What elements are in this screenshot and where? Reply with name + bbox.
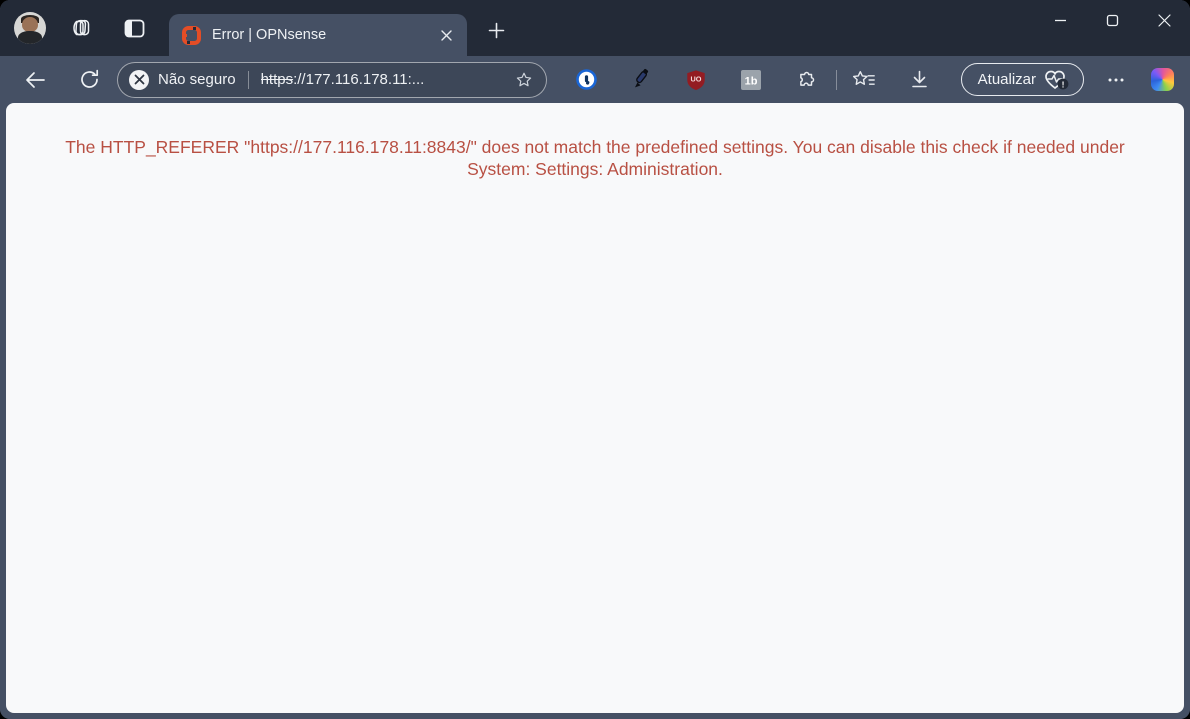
copilot-icon (1150, 68, 1174, 91)
tab-title: Error | OPNsense (212, 27, 327, 43)
reload-button[interactable] (73, 64, 105, 96)
settings-menu-button[interactable] (1100, 64, 1132, 96)
reload-icon (79, 69, 100, 90)
favorites-list-icon (852, 69, 876, 91)
downloads-button[interactable] (903, 64, 935, 96)
close-button[interactable] (1138, 0, 1190, 40)
tab-error-opnsense[interactable]: Error | OPNsense (169, 14, 467, 56)
copilot-button[interactable] (1146, 64, 1178, 96)
url-rest: ://177.116.178.11:... (293, 71, 425, 88)
address-divider (247, 70, 249, 89)
ublock-shield-icon: UO (685, 69, 707, 91)
extension-ublock-button[interactable]: UO (680, 64, 712, 96)
not-secure-icon (129, 69, 149, 90)
ublock-glyph: UO (691, 74, 702, 83)
1b-square-icon: 1b (740, 69, 762, 91)
workspaces-icon (68, 16, 92, 40)
tab-close-button[interactable] (435, 24, 457, 46)
url-scheme: https (260, 71, 294, 88)
browser-window: Error | OPNsense Não seguro https://177.… (0, 0, 1190, 719)
extension-1password-button[interactable] (570, 64, 602, 96)
update-badge: ! (1062, 79, 1065, 89)
extension-1b-button[interactable]: 1b (735, 64, 767, 96)
toolbar-divider (836, 69, 837, 90)
titlebar: Error | OPNsense (0, 0, 1190, 56)
favorites-button[interactable] (848, 64, 880, 96)
new-tab-button[interactable] (479, 13, 513, 47)
favorite-star-button[interactable] (511, 67, 537, 93)
security-label: Não seguro (158, 71, 236, 88)
1password-icon (575, 68, 598, 91)
puzzle-piece-icon (795, 69, 817, 91)
back-arrow-icon (24, 69, 46, 91)
update-label: Atualizar (977, 71, 1036, 88)
plus-icon (488, 22, 505, 39)
address-bar[interactable]: Não seguro https://177.116.178.11:... (117, 61, 547, 98)
tab-layout-button[interactable] (117, 11, 151, 45)
extension-pen-button[interactable] (625, 64, 657, 96)
site-security-chip[interactable]: Não seguro (129, 69, 236, 90)
profile-avatar[interactable] (14, 12, 46, 44)
window-controls (1034, 0, 1190, 46)
opnsense-favicon-icon (182, 25, 201, 45)
health-heart-icon: ! (1044, 69, 1070, 91)
extensions-menu-button[interactable] (790, 64, 822, 96)
browser-update-button[interactable]: Atualizar ! (960, 63, 1084, 96)
maximize-button[interactable] (1086, 0, 1138, 40)
web-page: The HTTP_REFERER "https://177.116.178.11… (6, 103, 1184, 713)
toolbar: Não seguro https://177.116.178.11:... UO… (0, 56, 1190, 103)
avatar-art (18, 31, 42, 44)
pen-eyedropper-icon (630, 68, 653, 91)
download-icon (909, 69, 930, 90)
opnsense-error-message: The HTTP_REFERER "https://177.116.178.11… (65, 137, 1125, 180)
back-button[interactable] (19, 64, 51, 96)
1b-glyph: 1b (745, 75, 758, 87)
content-frame: The HTTP_REFERER "https://177.116.178.11… (0, 103, 1190, 719)
ellipsis-icon (1107, 77, 1125, 83)
avatar-art (22, 17, 38, 32)
workspaces-button[interactable] (63, 11, 97, 45)
url-text: https://177.116.178.11:... (261, 71, 511, 88)
minimize-button[interactable] (1034, 0, 1086, 40)
vertical-tabs-icon (123, 17, 146, 40)
